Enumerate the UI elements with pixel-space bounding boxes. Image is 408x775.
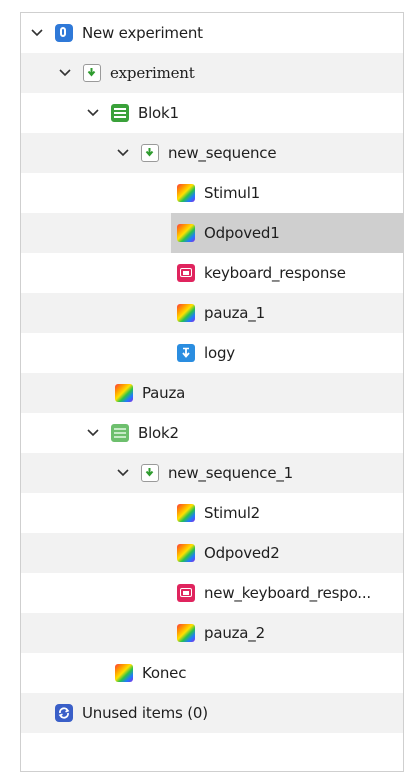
tree-row-unused-items[interactable]: Unused items (0) bbox=[21, 693, 403, 733]
tree-row-pauza-2[interactable]: pauza_2 bbox=[21, 613, 403, 653]
tree-row-new-sequence-1[interactable]: new_sequence_1 bbox=[21, 453, 403, 493]
sketchpad-icon bbox=[177, 624, 195, 642]
tree-item-label: Odpoved1 bbox=[204, 224, 280, 242]
chevron-down-icon[interactable] bbox=[85, 105, 101, 121]
tree-row-new-sequence[interactable]: new_sequence bbox=[21, 133, 403, 173]
sequence-icon bbox=[141, 464, 159, 482]
tree-row-odpoved1[interactable]: Odpoved1 bbox=[21, 213, 403, 253]
experiment-icon bbox=[55, 24, 73, 42]
chevron-down-icon[interactable] bbox=[115, 465, 131, 481]
tree-item-label: Stimul1 bbox=[204, 184, 260, 202]
tree-row-new-keyboard-response[interactable]: new_keyboard_respo... bbox=[21, 573, 403, 613]
tree-node-pauza-1[interactable]: pauza_1 bbox=[177, 293, 265, 333]
sequence-icon bbox=[141, 144, 159, 162]
tree-node-konec[interactable]: Konec bbox=[115, 653, 186, 693]
tree-node-blok2[interactable]: Blok2 bbox=[85, 413, 179, 453]
tree-row-stimul1[interactable]: Stimul1 bbox=[21, 173, 403, 213]
chevron-down-icon[interactable] bbox=[29, 25, 45, 41]
tree-item-label: Blok2 bbox=[138, 424, 179, 442]
overview-tree-panel: New experiment experiment Blok1 new_sequ… bbox=[20, 12, 404, 772]
tree-row-blok2[interactable]: Blok2 bbox=[21, 413, 403, 453]
tree-row-pauza[interactable]: Pauza bbox=[21, 373, 403, 413]
chevron-down-icon[interactable] bbox=[85, 425, 101, 441]
loop-icon bbox=[111, 104, 129, 122]
tree-item-label: Blok1 bbox=[138, 104, 179, 122]
tree-node-odpoved2[interactable]: Odpoved2 bbox=[177, 533, 280, 573]
tree-node-stimul1[interactable]: Stimul1 bbox=[177, 173, 260, 213]
sketchpad-icon bbox=[177, 544, 195, 562]
tree-node-experiment[interactable]: experiment bbox=[57, 53, 195, 93]
keyboard-icon bbox=[177, 584, 195, 602]
chevron-down-icon[interactable] bbox=[57, 65, 73, 81]
tree-item-label: new_sequence_1 bbox=[168, 464, 294, 482]
tree-row-konec[interactable]: Konec bbox=[21, 653, 403, 693]
tree-node-root[interactable]: New experiment bbox=[29, 13, 203, 53]
tree-item-label: new_sequence bbox=[168, 144, 277, 162]
sketchpad-icon bbox=[115, 384, 133, 402]
tree-node-logy[interactable]: logy bbox=[177, 333, 235, 373]
tree-item-label: Pauza bbox=[142, 384, 186, 402]
tree-item-label: Konec bbox=[142, 664, 187, 682]
tree-node-odpoved1[interactable]: Odpoved1 bbox=[177, 213, 280, 253]
tree-row-experiment[interactable]: experiment bbox=[21, 53, 403, 93]
sketchpad-icon bbox=[177, 224, 195, 242]
unused-items-icon bbox=[55, 704, 73, 722]
tree-item-label: pauza_2 bbox=[204, 624, 265, 642]
tree-item-label: Odpoved2 bbox=[204, 544, 280, 562]
tree-node-keyboard-response[interactable]: keyboard_response bbox=[177, 253, 346, 293]
tree-item-label: logy bbox=[204, 344, 235, 362]
tree-row-blok1[interactable]: Blok1 bbox=[21, 93, 403, 133]
tree-item-label: experiment bbox=[110, 64, 195, 82]
tree-node-unused-items[interactable]: Unused items (0) bbox=[55, 693, 208, 733]
keyboard-icon bbox=[177, 264, 195, 282]
tree-item-label: Unused items (0) bbox=[82, 704, 208, 722]
tree-node-stimul2[interactable]: Stimul2 bbox=[177, 493, 260, 533]
tree-item-label: New experiment bbox=[82, 24, 203, 42]
loop-icon bbox=[111, 424, 129, 442]
sequence-icon bbox=[83, 64, 101, 82]
tree-row-root[interactable]: New experiment bbox=[21, 13, 403, 53]
chevron-down-icon[interactable] bbox=[115, 145, 131, 161]
tree-row-keyboard-response[interactable]: keyboard_response bbox=[21, 253, 403, 293]
logger-icon bbox=[177, 344, 195, 362]
sketchpad-icon bbox=[177, 504, 195, 522]
tree-item-label: keyboard_response bbox=[204, 264, 346, 282]
tree-node-pauza-2[interactable]: pauza_2 bbox=[177, 613, 265, 653]
tree-row-logy[interactable]: logy bbox=[21, 333, 403, 373]
sketchpad-icon bbox=[115, 664, 133, 682]
tree-node-pauza[interactable]: Pauza bbox=[115, 373, 185, 413]
tree-row-stimul2[interactable]: Stimul2 bbox=[21, 493, 403, 533]
tree-item-label: new_keyboard_respo... bbox=[204, 584, 371, 602]
tree-item-label: Stimul2 bbox=[204, 504, 260, 522]
tree-node-new-sequence[interactable]: new_sequence bbox=[115, 133, 277, 173]
tree-row-pauza-1[interactable]: pauza_1 bbox=[21, 293, 403, 333]
tree-node-new-sequence-1[interactable]: new_sequence_1 bbox=[115, 453, 293, 493]
tree-row-odpoved2[interactable]: Odpoved2 bbox=[21, 533, 403, 573]
tree-item-label: pauza_1 bbox=[204, 304, 265, 322]
tree-node-new-keyboard-response[interactable]: new_keyboard_respo... bbox=[177, 573, 371, 613]
tree-node-blok1[interactable]: Blok1 bbox=[85, 93, 179, 133]
sketchpad-icon bbox=[177, 184, 195, 202]
sketchpad-icon bbox=[177, 304, 195, 322]
